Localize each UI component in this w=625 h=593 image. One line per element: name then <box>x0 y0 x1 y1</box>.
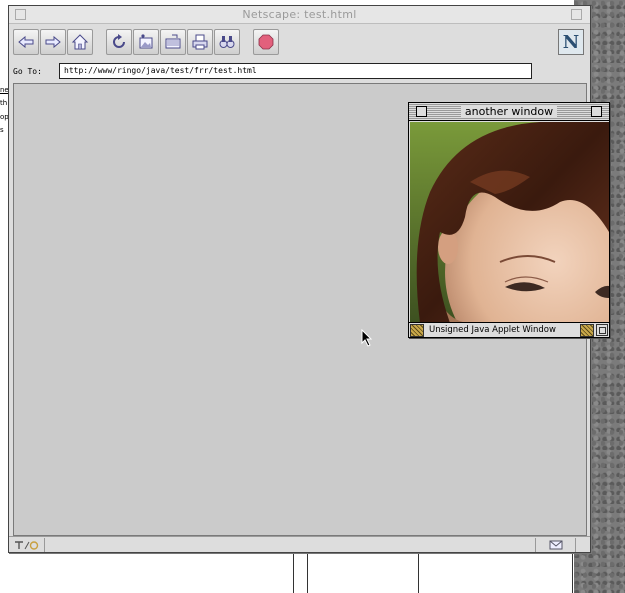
open-icon <box>165 34 181 49</box>
background-rule <box>572 553 573 593</box>
background-text-fragment: s <box>0 126 4 134</box>
background-rule <box>293 553 294 593</box>
applet-title-bar[interactable]: another window <box>409 103 609 121</box>
images-button[interactable] <box>133 29 159 55</box>
applet-window-title: another window <box>460 105 558 118</box>
forward-button[interactable] <box>40 29 66 55</box>
mouse-pointer-icon <box>361 329 373 347</box>
zoom-box-icon[interactable] <box>571 9 582 20</box>
back-icon <box>18 35 34 49</box>
applet-zoom-box-icon[interactable] <box>591 106 602 117</box>
print-icon <box>192 34 208 50</box>
warning-stripe-icon <box>410 323 424 337</box>
applet-close-box-icon[interactable] <box>416 106 427 117</box>
netscape-logo-letter: N <box>562 31 580 53</box>
reload-icon <box>113 34 125 48</box>
applet-photo <box>410 122 609 323</box>
applet-window: another window Unsigned Java Applet Wind… <box>408 102 610 338</box>
resize-grip-icon[interactable] <box>576 538 590 552</box>
toolbar: N <box>9 24 590 60</box>
back-button[interactable] <box>13 29 39 55</box>
applet-status-bar: Unsigned Java Applet Window <box>409 322 609 337</box>
netscape-logo[interactable]: N <box>558 29 584 55</box>
close-box-icon[interactable] <box>15 9 26 20</box>
find-button[interactable] <box>214 29 240 55</box>
status-message-field <box>45 537 536 552</box>
window-title: Netscape: test.html <box>242 8 357 21</box>
print-button[interactable] <box>187 29 213 55</box>
background-text-fragment: th <box>0 99 8 107</box>
find-icon <box>219 36 235 48</box>
status-bar <box>9 536 590 552</box>
security-lock-icon[interactable] <box>9 537 45 552</box>
location-url-field[interactable]: http://www/ringo/java/test/frr/test.html <box>59 63 532 79</box>
stop-button[interactable] <box>253 29 279 55</box>
applet-security-warning: Unsigned Java Applet Window <box>429 325 556 335</box>
warning-stripe-icon <box>580 323 594 337</box>
home-icon <box>71 34 89 50</box>
reload-button[interactable] <box>106 29 132 55</box>
images-icon <box>139 34 153 49</box>
applet-resize-grip-icon[interactable] <box>596 324 608 336</box>
location-bar: Go To: http://www/ringo/java/test/frr/te… <box>9 60 590 82</box>
forward-icon <box>45 35 61 49</box>
stop-icon <box>258 34 274 50</box>
background-rule <box>307 553 308 593</box>
background-rule <box>418 553 419 593</box>
window-title-bar[interactable]: Netscape: test.html <box>9 6 590 24</box>
home-button[interactable] <box>67 29 93 55</box>
location-label: Go To: <box>13 66 42 76</box>
open-button[interactable] <box>160 29 186 55</box>
mail-icon[interactable] <box>536 537 576 552</box>
